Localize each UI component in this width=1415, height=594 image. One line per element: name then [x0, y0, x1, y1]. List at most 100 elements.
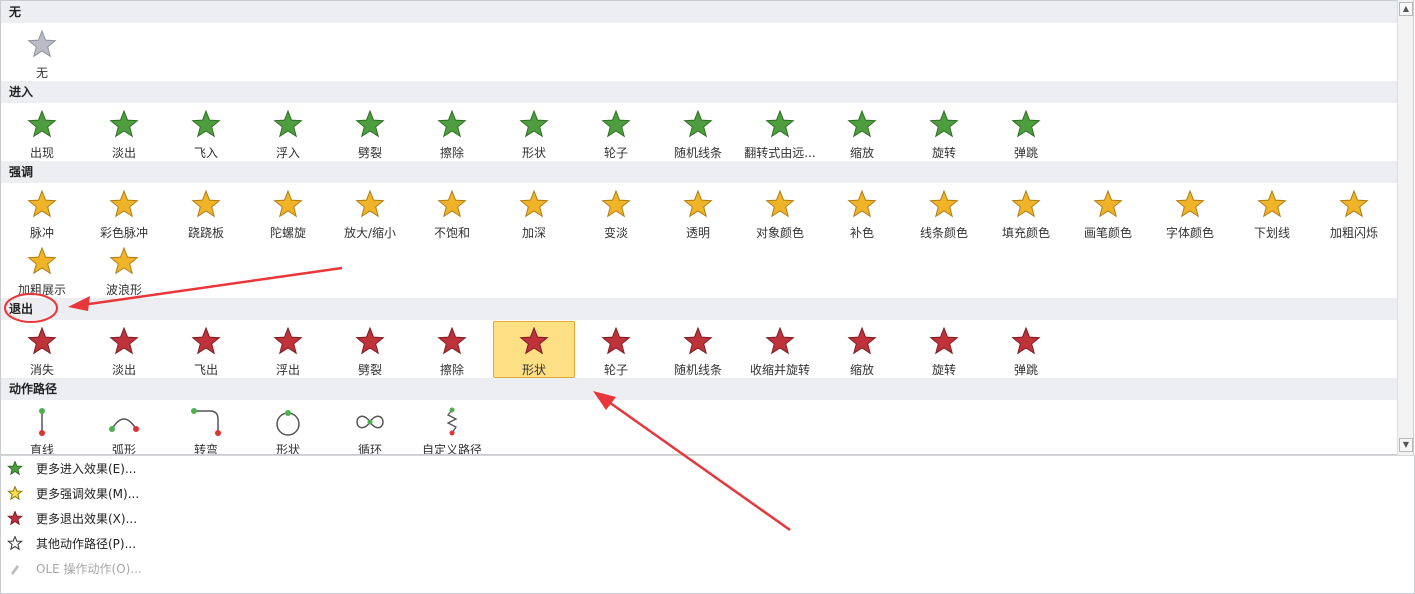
- star-gold-icon: [1338, 190, 1370, 220]
- effect-item[interactable]: 消失: [1, 321, 83, 378]
- effect-item[interactable]: 跷跷板: [165, 184, 247, 241]
- effect-item[interactable]: 擦除: [411, 321, 493, 378]
- effect-label: 形状: [521, 146, 546, 160]
- effect-item[interactable]: 淡出: [83, 321, 165, 378]
- effect-item[interactable]: 翻转式由远...: [739, 104, 821, 161]
- effect-item[interactable]: 劈裂: [329, 321, 411, 378]
- effect-item[interactable]: 旋转: [903, 104, 985, 161]
- effect-label: 加粗展示: [17, 283, 66, 297]
- effect-label: 字体颜色: [1165, 226, 1214, 240]
- effect-item[interactable]: 淡出: [83, 104, 165, 161]
- effect-item[interactable]: 放大/缩小: [329, 184, 411, 241]
- effect-item[interactable]: 补色: [821, 184, 903, 241]
- effect-label: 缩放: [849, 363, 874, 377]
- effect-item[interactable]: 飞出: [165, 321, 247, 378]
- effect-item[interactable]: 加粗闪烁: [1313, 184, 1395, 241]
- effect-item[interactable]: 弧形: [83, 401, 165, 454]
- effect-item[interactable]: 旋转: [903, 321, 985, 378]
- more-effects-command[interactable]: 更多强调效果(M)...: [1, 481, 1414, 506]
- effect-item[interactable]: 对象颜色: [739, 184, 821, 241]
- effect-label: 弹跳: [1013, 363, 1038, 377]
- command-label: OLE 操作动作(O)...: [36, 562, 142, 576]
- effect-label: 加粗闪烁: [1329, 226, 1378, 240]
- effect-item[interactable]: 出现: [1, 104, 83, 161]
- effect-item[interactable]: 飞入: [165, 104, 247, 161]
- effect-label: 擦除: [439, 363, 464, 377]
- star-red-icon: [928, 327, 960, 357]
- star-red-icon: [518, 327, 550, 357]
- effect-item[interactable]: 循环: [329, 401, 411, 455]
- effect-item[interactable]: 浮入: [247, 104, 329, 161]
- star-green-icon: [108, 110, 140, 140]
- effect-label: 浮入: [275, 146, 300, 160]
- effect-item[interactable]: 擦除: [411, 104, 493, 161]
- effect-item[interactable]: 填充颜色: [985, 184, 1067, 241]
- effect-item[interactable]: 不饱和: [411, 184, 493, 241]
- effect-label: 填充颜色: [1001, 226, 1050, 240]
- effect-item[interactable]: 形状: [493, 104, 575, 161]
- star-green-icon: [928, 110, 960, 140]
- star-gold-icon: [272, 190, 304, 220]
- effect-label: 自定义路径: [421, 443, 482, 455]
- effect-item[interactable]: 脉冲: [1, 184, 83, 241]
- gallery-scrollbar[interactable]: ▲ ▼: [1397, 0, 1414, 455]
- effect-item[interactable]: 加深: [493, 184, 575, 241]
- effect-label: 淡出: [111, 363, 136, 377]
- effect-item[interactable]: 弹跳: [985, 321, 1067, 378]
- effect-item[interactable]: 随机线条: [657, 321, 739, 378]
- star-gold-icon: [1256, 190, 1288, 220]
- star-gold-icon: [108, 190, 140, 220]
- effect-item[interactable]: 缩放: [821, 321, 903, 378]
- effect-label: 下划线: [1253, 226, 1290, 240]
- effect-item[interactable]: 透明: [657, 184, 739, 241]
- scroll-up-button[interactable]: ▲: [1399, 2, 1413, 16]
- effect-item[interactable]: 形状: [247, 401, 329, 455]
- effect-item[interactable]: 直线: [1, 401, 83, 454]
- effect-item[interactable]: 加粗展示: [1, 241, 83, 298]
- effect-label: 飞入: [193, 146, 218, 160]
- star-gold-icon: [764, 190, 796, 220]
- effect-item[interactable]: 陀螺旋: [247, 184, 329, 241]
- star-gold-icon: [846, 190, 878, 220]
- section-header: 退出: [1, 298, 1397, 320]
- effect-label: 循环: [357, 443, 382, 455]
- star-green-icon: [190, 110, 222, 140]
- effect-item[interactable]: 变淡: [575, 184, 657, 241]
- effect-label: 形状: [275, 443, 300, 455]
- scroll-down-button[interactable]: ▼: [1399, 438, 1413, 452]
- more-effects-command[interactable]: 更多进入效果(E)...: [1, 456, 1414, 481]
- effect-item[interactable]: 画笔颜色: [1067, 184, 1149, 241]
- effect-item[interactable]: 转弯: [165, 401, 247, 454]
- star-green-icon: [354, 110, 386, 140]
- command-label: 更多退出效果(X)...: [36, 512, 138, 526]
- ole-action-icon: [6, 561, 24, 577]
- effect-item[interactable]: 轮子: [575, 321, 657, 378]
- effect-item[interactable]: 下划线: [1231, 184, 1313, 241]
- effect-item[interactable]: 随机线条: [657, 104, 739, 161]
- star-red-icon: [436, 327, 468, 357]
- effect-label: 无: [35, 66, 48, 80]
- more-effects-command[interactable]: 其他动作路径(P)...: [1, 531, 1414, 556]
- effect-item[interactable]: 形状: [493, 321, 575, 378]
- effect-item[interactable]: 轮子: [575, 104, 657, 161]
- effect-item[interactable]: 波浪形: [83, 241, 165, 298]
- path-arc-icon: [108, 407, 140, 437]
- section-header: 无: [1, 1, 1397, 23]
- effect-label: 飞出: [193, 363, 218, 377]
- effect-item[interactable]: 线条颜色: [903, 184, 985, 241]
- effect-item[interactable]: 自定义路径: [411, 401, 493, 455]
- effect-item[interactable]: 无: [1, 24, 83, 81]
- effect-item[interactable]: 字体颜色: [1149, 184, 1231, 241]
- effect-item[interactable]: 浮出: [247, 321, 329, 378]
- effect-item[interactable]: 弹跳: [985, 104, 1067, 161]
- effect-item[interactable]: 彩色脉冲: [83, 184, 165, 241]
- star-gold-icon: [1174, 190, 1206, 220]
- effect-item[interactable]: 劈裂: [329, 104, 411, 161]
- effect-item[interactable]: 收缩并旋转: [739, 321, 821, 378]
- star-green-icon: [1010, 110, 1042, 140]
- more-effects-command[interactable]: 更多退出效果(X)...: [1, 506, 1414, 531]
- path-turn-icon: [190, 407, 222, 437]
- effect-item[interactable]: 缩放: [821, 104, 903, 161]
- effect-label: 消失: [29, 363, 54, 377]
- star-gold-icon: [436, 190, 468, 220]
